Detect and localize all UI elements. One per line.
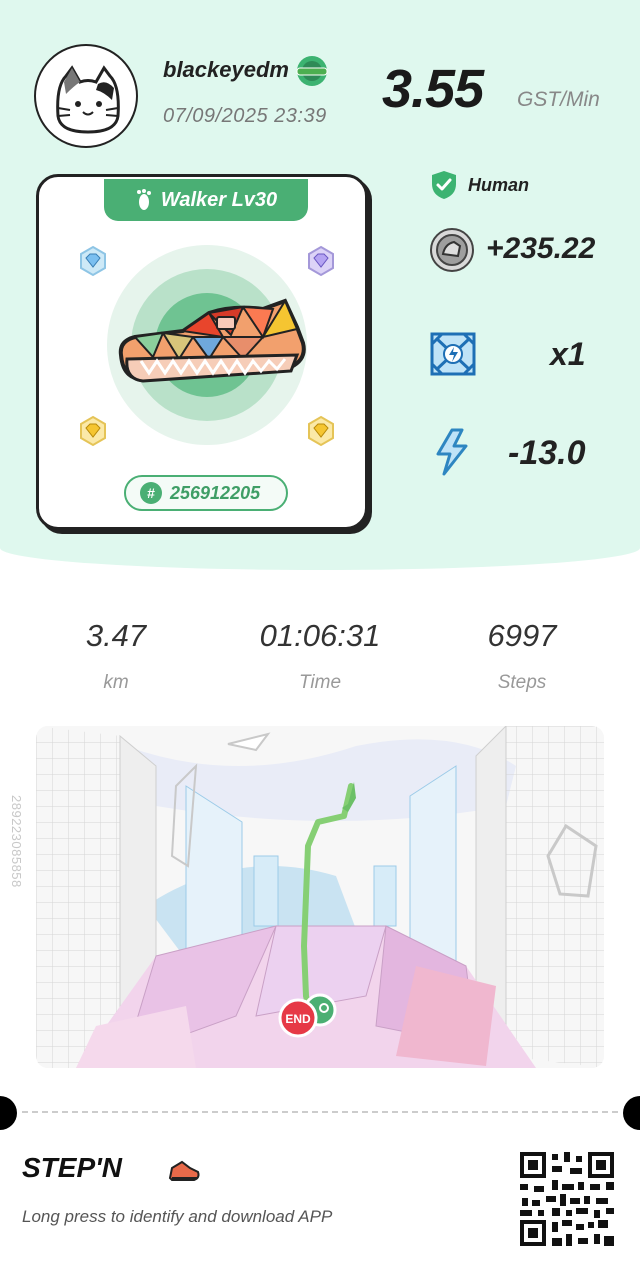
sneaker-id: 256912205 <box>170 482 261 503</box>
time-metric: 01:06:31 Time <box>220 618 420 694</box>
distance-label: km <box>103 672 129 693</box>
ticket-notch-left <box>0 1096 17 1130</box>
time-label: Time <box>298 672 342 693</box>
multiplier-value: x1 <box>550 336 586 372</box>
distance-metric: 3.47 km <box>16 618 216 694</box>
sneaker-image <box>118 298 306 383</box>
footprint-icon <box>136 189 151 210</box>
download-tagline: Long press to identify and download APP <box>22 1207 333 1226</box>
human-verified-row: Human <box>430 170 529 200</box>
dashed-divider <box>22 1111 618 1113</box>
verified-badge-icon <box>296 56 328 86</box>
route-map-illustration: END <box>36 726 604 1068</box>
gst-rate-unit: GST/Min <box>517 88 600 111</box>
end-marker-label: END <box>285 1012 311 1026</box>
steps-value: 6997 <box>487 618 557 653</box>
download-qr-code[interactable] <box>518 1150 616 1248</box>
run-datetime: 07/09/2025 23:39 <box>163 105 327 127</box>
route-map[interactable]: END <box>36 726 604 1068</box>
avatar[interactable] <box>34 44 138 148</box>
gem-socket-yellow-icon[interactable] <box>77 415 109 447</box>
multiplier-box-icon <box>430 332 476 376</box>
gst-earned-value: +235.22 <box>486 232 596 265</box>
ticket-notch-right <box>623 1096 640 1130</box>
gem-socket-blue-icon[interactable] <box>77 245 109 277</box>
sneaker-id-pill: # 256912205 <box>124 475 288 511</box>
distance-value: 3.47 <box>85 618 147 653</box>
sneaker-type-tab: Walker Lv30 <box>104 179 308 221</box>
stepn-logo: STEP'N <box>22 1152 200 1183</box>
steps-label: Steps <box>497 672 547 693</box>
gem-socket-purple-icon[interactable] <box>305 245 337 277</box>
hash-icon: # <box>140 482 162 504</box>
time-value: 01:06:31 <box>259 618 381 653</box>
human-label: Human <box>468 174 530 195</box>
gem-socket-yellow-icon[interactable] <box>305 415 337 447</box>
sneaker-type-label: Walker Lv30 <box>160 188 278 211</box>
run-metrics: 3.47 km 01:06:31 Time 6997 Steps <box>0 618 640 708</box>
gst-rate-value: 3.55 <box>382 59 484 119</box>
energy-bolt-icon <box>436 428 468 476</box>
steps-metric: 6997 Steps <box>422 618 622 694</box>
username: blackeyedm <box>163 57 289 82</box>
gst-coin-icon <box>430 228 474 272</box>
stepn-logo-text: STEP'N <box>22 1152 123 1183</box>
shield-check-icon <box>432 171 456 199</box>
energy-value: -13.0 <box>508 434 586 472</box>
share-card-id: 289223085858 <box>9 795 24 888</box>
cat-avatar-icon <box>56 65 120 134</box>
sneaker-card[interactable]: Walker Lv30 # 256912205 <box>36 174 368 530</box>
